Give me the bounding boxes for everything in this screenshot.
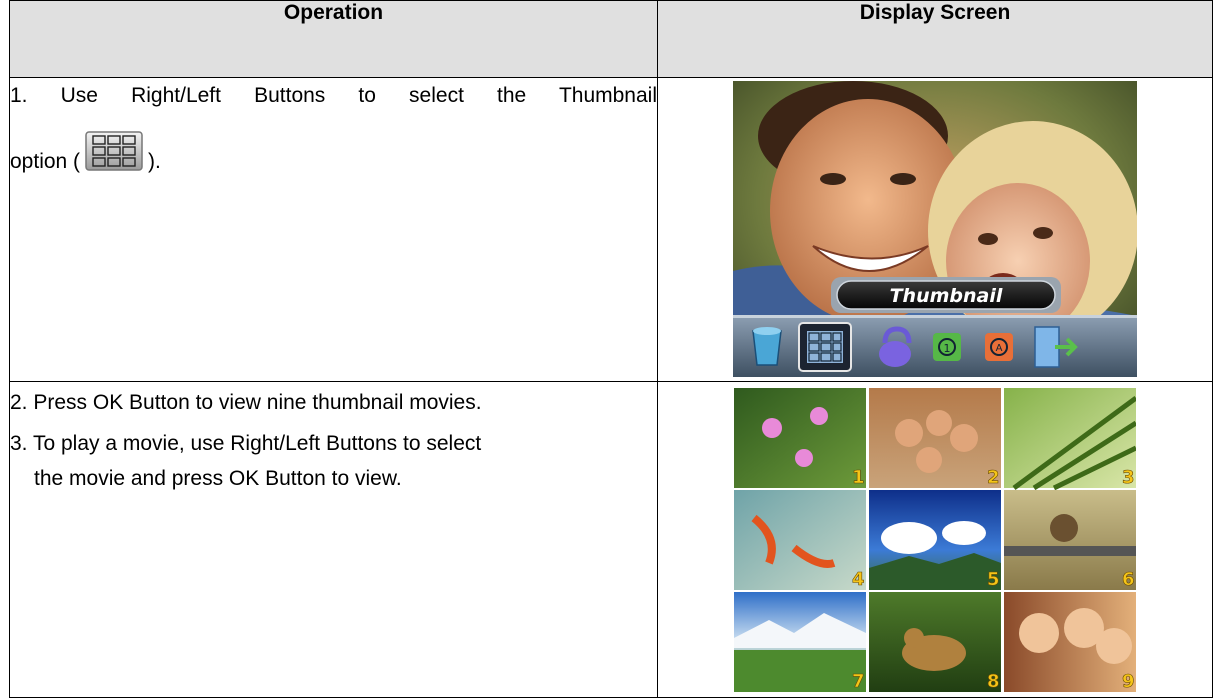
svg-text:A: A (996, 343, 1003, 354)
thumb-number-7: 7 (852, 671, 865, 692)
header-operation: Operation (9, 0, 658, 78)
thumb-number-3: 3 (1122, 467, 1135, 488)
step-1-prefix: option ( (10, 150, 81, 173)
thumb-number-5: 5 (987, 569, 1000, 590)
svg-text:1: 1 (944, 342, 951, 355)
display-cell: Thumbnail 1 A (657, 77, 1213, 382)
step-1-line-2: option ( ). (10, 130, 657, 172)
thumb-number-4: 4 (852, 569, 865, 590)
table-header-row: Operation Display Screen (9, 0, 1213, 78)
header-display-screen: Display Screen (657, 0, 1213, 78)
step-3-line-2: the movie and press OK Button to view. (34, 467, 402, 490)
screen-label-thumbnail: Thumbnail (890, 285, 1003, 307)
autoplay-icon: A (985, 333, 1013, 361)
step-1-line-1: 1. Use Right/Left Buttons to select the … (10, 84, 657, 107)
thumb-number-6: 6 (1122, 569, 1135, 590)
thumbnail-menu-screen: Thumbnail 1 A (733, 81, 1137, 377)
step-3-line-1: 3. To play a movie, use Right/Left Butto… (10, 432, 482, 455)
operation-cell: 2. Press OK Button to view nine thumbnai… (9, 381, 658, 698)
operation-cell: 1. Use Right/Left Buttons to select the … (9, 77, 658, 382)
thumb-number-2: 2 (987, 467, 1000, 488)
thumbnail-grid-icon (798, 322, 852, 372)
display-cell: 1 2 3 4 5 6 7 8 9 (657, 381, 1213, 698)
thumb-number-8: 8 (987, 671, 1000, 692)
rotate-icon: 1 (933, 333, 961, 361)
table-row: 2. Press OK Button to view nine thumbnai… (9, 381, 1213, 698)
thumbnail-grid-icon (85, 131, 143, 171)
trash-icon (752, 327, 782, 366)
step-1-suffix: ). (148, 150, 161, 173)
operation-table: Operation Display Screen 1. Use Right/Le… (9, 0, 1213, 698)
thumb-number-1: 1 (852, 467, 865, 488)
page: Operation Display Screen 1. Use Right/Le… (0, 0, 1213, 700)
nine-thumbnail-screen: 1 2 3 4 5 6 7 8 9 (734, 388, 1136, 692)
thumb-number-9: 9 (1122, 671, 1135, 692)
table-row: 1. Use Right/Left Buttons to select the … (9, 77, 1213, 382)
step-2: 2. Press OK Button to view nine thumbnai… (10, 391, 482, 414)
